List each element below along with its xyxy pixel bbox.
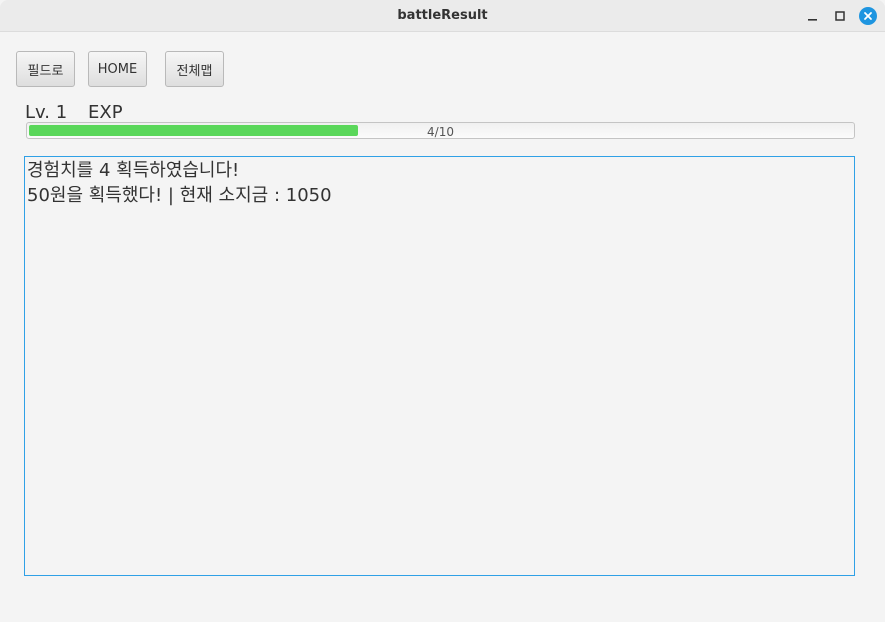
minimize-button[interactable] [803, 6, 823, 26]
home-button[interactable]: HOME [88, 51, 147, 87]
go-to-field-button[interactable]: 필드로 [16, 51, 75, 87]
window-title: battleResult [397, 8, 488, 23]
minimize-icon [808, 19, 817, 21]
title-bar: battleResult [0, 0, 885, 32]
maximize-button[interactable] [830, 6, 850, 26]
exp-progress-text: 4/10 [427, 125, 454, 139]
maximize-icon [835, 11, 845, 21]
battle-result-window: battleResult 필드로 HOME 전체맵 Lv. 1 EXP 4/10… [0, 0, 885, 622]
close-button[interactable] [858, 6, 878, 26]
world-map-button[interactable]: 전체맵 [165, 51, 224, 87]
log-line: 경험치를 4 획득하였습니다! [27, 160, 240, 181]
close-icon [859, 7, 877, 25]
exp-label: EXP [88, 102, 123, 123]
battle-log-textarea[interactable]: 경험치를 4 획득하였습니다! 50원을 획득했다! | 현재 소지금 : 10… [24, 156, 855, 576]
exp-progress-bar: 4/10 [26, 122, 855, 139]
level-label: Lv. 1 [25, 102, 68, 123]
log-line: 50원을 획득했다! | 현재 소지금 : 1050 [27, 185, 332, 206]
